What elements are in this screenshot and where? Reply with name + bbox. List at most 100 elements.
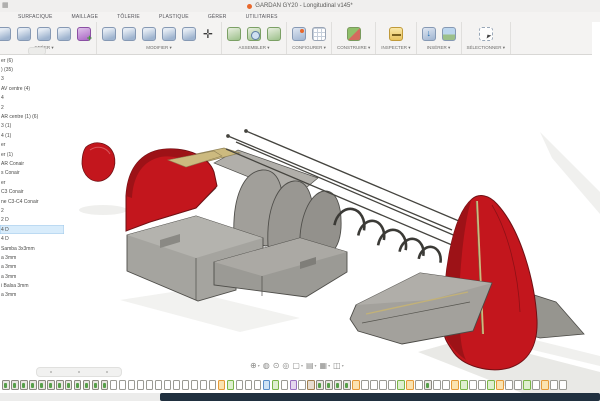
timeline-feature-sketch[interactable]: [245, 380, 253, 390]
browser-item[interactable]: 2: [0, 206, 64, 215]
timeline-scrollbar-thumb[interactable]: [160, 393, 600, 401]
browser-item[interactable]: 4: [0, 94, 64, 103]
timeline-feature-component[interactable]: [83, 380, 91, 390]
browser-item[interactable]: ) (35): [0, 65, 64, 74]
timeline-feature-green[interactable]: [397, 380, 405, 390]
browser-item[interactable]: 3 (1): [0, 122, 64, 131]
timeline-feature-sketch[interactable]: [469, 380, 477, 390]
timeline-feature-component[interactable]: [11, 380, 19, 390]
timeline-feature-sketch[interactable]: [236, 380, 244, 390]
timeline-feature-sketch[interactable]: [550, 380, 558, 390]
browser-item[interactable]: AR Conair: [0, 159, 64, 168]
timeline-feature-sketch[interactable]: [505, 380, 513, 390]
timeline-feature-selected[interactable]: [451, 380, 459, 390]
browser-item[interactable]: 2 D: [0, 216, 64, 225]
browser-item[interactable]: er (6): [0, 56, 64, 65]
timeline-feature-sketch[interactable]: [182, 380, 190, 390]
timeline-feature-sketch[interactable]: [110, 380, 118, 390]
timeline-feature-blue[interactable]: [263, 380, 271, 390]
timeline-feature-sketch[interactable]: [415, 380, 423, 390]
timeline-playback-controls[interactable]: [36, 367, 122, 377]
timeline-feature-green[interactable]: [460, 380, 468, 390]
timeline-feature-sketch[interactable]: [155, 380, 163, 390]
timeline-feature-green[interactable]: [487, 380, 495, 390]
timeline-feature-component[interactable]: [29, 380, 37, 390]
timeline-feature-component[interactable]: [316, 380, 324, 390]
display-settings-icon[interactable]: ▤▾: [306, 361, 317, 370]
browser-item[interactable]: Samba 3x3mm: [0, 244, 64, 253]
timeline-feature-selected[interactable]: [218, 380, 226, 390]
timeline-feature-selected[interactable]: [406, 380, 414, 390]
browser-item[interactable]: a 3mm: [0, 291, 64, 300]
timeline-feature-green[interactable]: [227, 380, 235, 390]
timeline-feature-sketch[interactable]: [281, 380, 289, 390]
timeline-feature-sketch[interactable]: [532, 380, 540, 390]
browser-item[interactable]: er: [0, 141, 64, 150]
timeline-feature-component[interactable]: [38, 380, 46, 390]
viewport-canvas[interactable]: [0, 54, 600, 401]
timeline-feature-sketch[interactable]: [137, 380, 145, 390]
timeline-feature-green[interactable]: [272, 380, 280, 390]
timeline-scrollbar-track[interactable]: [0, 393, 600, 401]
timeline-feature-sketch[interactable]: [361, 380, 369, 390]
timeline-feature-component[interactable]: [92, 380, 100, 390]
browser-item[interactable]: 4 D: [0, 225, 64, 234]
timeline-feature-component[interactable]: [334, 380, 342, 390]
browser-item[interactable]: 4 (1): [0, 131, 64, 140]
timeline-feature-sketch[interactable]: [379, 380, 387, 390]
fit-icon[interactable]: ▢▾: [292, 361, 303, 370]
timeline-feature-green[interactable]: [523, 380, 531, 390]
grid-snaps-icon[interactable]: ▦▾: [320, 361, 331, 370]
browser-item[interactable]: er (1): [0, 150, 64, 159]
timeline-feature-sketch[interactable]: [119, 380, 127, 390]
timeline-feature-component[interactable]: [325, 380, 333, 390]
nose-cone[interactable]: [79, 142, 115, 184]
browser-item[interactable]: 3: [0, 75, 64, 84]
zoom-icon[interactable]: ◎: [282, 361, 289, 370]
browser-item[interactable]: 4 D: [0, 234, 64, 243]
browser-item[interactable]: a 3mm: [0, 253, 64, 262]
timeline-feature-component[interactable]: [101, 380, 109, 390]
timeline-feature-component[interactable]: [56, 380, 64, 390]
browser-item[interactable]: AR centre (1) (6): [0, 112, 64, 121]
front-fuselage-section[interactable]: [126, 149, 222, 231]
timeline-feature-sketch[interactable]: [254, 380, 262, 390]
timeline-feature-sketch[interactable]: [298, 380, 306, 390]
browser-item[interactable]: i Balsa 3mm: [0, 281, 64, 290]
timeline-feature-sketch[interactable]: [200, 380, 208, 390]
timeline-feature-sketch[interactable]: [173, 380, 181, 390]
panel-handle[interactable]: [28, 47, 46, 55]
timeline-feature-sketch[interactable]: [478, 380, 486, 390]
timeline-feature-sketch[interactable]: [514, 380, 522, 390]
timeline-feature-component[interactable]: [74, 380, 82, 390]
look-at-icon[interactable]: ⊙: [273, 361, 280, 370]
browser-item[interactable]: ne C3-C4 Conair: [0, 197, 64, 206]
timeline-feature-brown[interactable]: [307, 380, 315, 390]
orbit-icon[interactable]: ◍: [263, 361, 270, 370]
timeline-feature-sketch[interactable]: [164, 380, 172, 390]
timeline-feature-component[interactable]: [65, 380, 73, 390]
timeline-feature-component[interactable]: [343, 380, 351, 390]
timeline-feature-sketch[interactable]: [433, 380, 441, 390]
timeline-feature-sketch[interactable]: [370, 380, 378, 390]
viewports-icon[interactable]: ◫▾: [333, 361, 344, 370]
pan-icon[interactable]: ⊕▾: [250, 361, 260, 370]
browser-item[interactable]: s Conair: [0, 169, 64, 178]
browser-item[interactable]: er: [0, 178, 64, 187]
timeline-feature-component[interactable]: [424, 380, 432, 390]
browser-item[interactable]: a 3mm: [0, 263, 64, 272]
timeline-feature-sketch[interactable]: [388, 380, 396, 390]
timeline-feature-component[interactable]: [20, 380, 28, 390]
browser-item[interactable]: AV centre (4): [0, 84, 64, 93]
timeline-feature-component[interactable]: [47, 380, 55, 390]
timeline-feature-sketch[interactable]: [559, 380, 567, 390]
browser-item[interactable]: 2: [0, 103, 64, 112]
timeline-feature-sketch[interactable]: [146, 380, 154, 390]
browser-item[interactable]: C3 Conair: [0, 187, 64, 196]
timeline-feature-purple[interactable]: [290, 380, 298, 390]
timeline-feature-sketch[interactable]: [442, 380, 450, 390]
timeline-feature-selected[interactable]: [352, 380, 360, 390]
timeline-feature-selected[interactable]: [496, 380, 504, 390]
timeline-feature-sketch[interactable]: [209, 380, 217, 390]
timeline-feature-sketch[interactable]: [128, 380, 136, 390]
